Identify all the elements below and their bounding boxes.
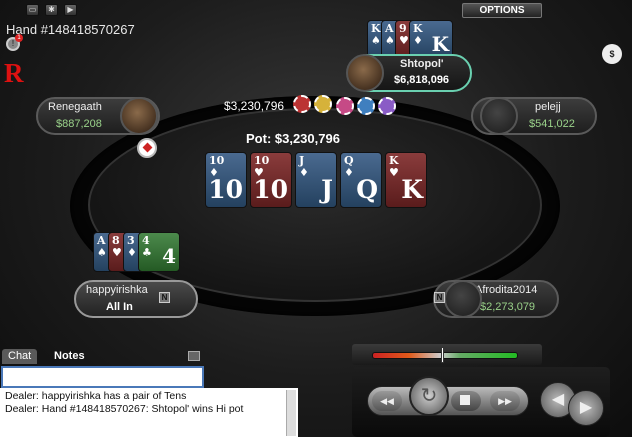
hero-hole-card: 4 ♣ 4 [138,232,180,272]
options-button[interactable]: OPTIONS [462,3,542,18]
notification-badge-icon: 1 [15,34,23,42]
pot-total: Pot: $3,230,796 [246,131,340,146]
real-money-icon: R [4,58,24,88]
note-badge-icon[interactable]: N [434,292,445,303]
player-stack: $6,818,096 [394,74,450,86]
player-name: Renegaath [48,101,102,113]
chip-icon [378,97,396,115]
play-icon[interactable]: ▶ [64,4,77,16]
player-name: Afrodita2014 [475,284,538,296]
chat-line: Dealer: happyirishka has a pair of Tens [5,390,187,402]
avatar [444,280,482,318]
next-hand-icon[interactable]: ▶ [568,390,604,426]
chip-icon [357,97,375,115]
tab-chat[interactable]: Chat [2,349,38,364]
rewind-icon[interactable]: ◀◀ [372,391,402,411]
board-card: 10 ♥ 10 [250,152,292,208]
top-bar: ▭ ✱ ▶ OPTIONS [0,0,632,20]
board-card: 10 ♦ 10 [205,152,247,208]
popout-icon[interactable] [188,351,200,361]
player-stack: $2,273,079 [480,301,536,313]
player-stack: $541,022 [529,118,575,130]
dealer-button-icon [137,138,157,158]
avatar [120,97,158,135]
note-badge-icon[interactable]: N [159,292,170,303]
replay-icon[interactable]: ↻ [409,376,449,416]
hand-number: Hand #148418570267 [6,22,135,37]
chat-line: Dealer: Hand #148418570267: Shtopol' win… [5,403,244,415]
player-stack: $887,208 [56,118,102,130]
player-status: All In [106,301,133,313]
chat-tabs: Chat Notes [0,348,205,365]
bet-slider-thumb[interactable] [441,347,444,363]
chip-icon [314,95,332,113]
board-card: Q ♦ Q [340,152,382,208]
window-icon[interactable]: ▭ [26,4,39,16]
chip-stack-icon[interactable]: $ [602,44,622,64]
board-card: K ♥ K [385,152,427,208]
chat-input[interactable] [1,366,204,388]
settings-icon[interactable]: ✱ [45,4,58,16]
player-name: pelejj [535,101,561,113]
player-name: Shtopol' [400,58,444,70]
bet-slider[interactable] [372,352,518,359]
board-card: J ♦ J [295,152,337,208]
chat-scrollbar[interactable] [286,390,296,436]
chat-log[interactable]: Dealer: happyirishka has a pair of Tens … [0,388,298,437]
avatar [346,54,384,92]
fast-forward-icon[interactable]: ▶▶ [490,391,520,411]
bet-amount: $3,230,796 [224,99,285,113]
player-name: happyirishka [86,284,148,296]
stop-square [460,395,470,405]
chip-icon [293,95,311,113]
seat-hero[interactable]: happyirishka All In [74,280,198,318]
chip-icon [336,97,354,115]
avatar [480,97,518,135]
tab-notes[interactable]: Notes [48,349,91,364]
